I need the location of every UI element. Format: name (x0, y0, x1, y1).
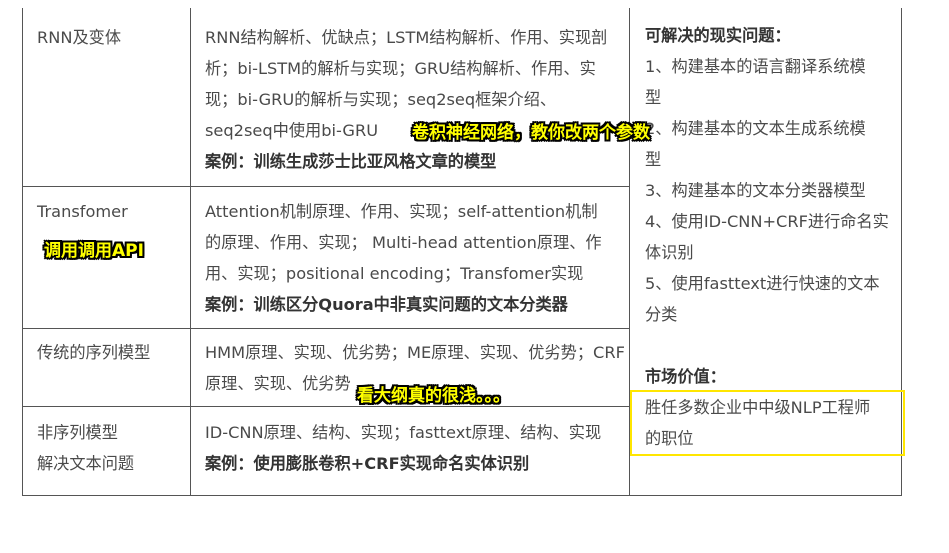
table-border-bottom (22, 495, 902, 496)
market-value-heading: 市场价值： (645, 367, 726, 386)
content-line: 用、实现；positional encoding；Transfomer实现 (205, 264, 584, 283)
row-category: 非序列模型 解决文本问题 (37, 417, 134, 479)
problem-line: 型 (645, 150, 662, 169)
row-category: RNN及变体 (37, 22, 121, 53)
problem-line: 型 (645, 88, 662, 107)
problem-line: 分类 (645, 305, 678, 324)
category-line: 传统的序列模型 (37, 343, 151, 362)
row-content: Attention机制原理、作用、实现；self-attention机制 的原理… (205, 196, 602, 320)
row-divider-3 (22, 406, 630, 407)
row-content: RNN结构解析、优缺点；LSTM结构解析、作用、实现剖 析；bi-LSTM的解析… (205, 22, 607, 177)
content-line: HMM原理、实现、优劣势；ME原理、实现、优劣势；CRF (205, 343, 625, 362)
problem-line: 5、使用fasttext进行快速的文本 (645, 274, 880, 293)
problem-line: 4、使用ID-CNN+CRF进行命名实 (645, 212, 889, 231)
category-line: 非序列模型 (37, 423, 118, 442)
content-line: 析；bi-LSTM的解析与实现；GRU结构解析、作用、实 (205, 59, 596, 78)
content-line: 现；bi-GRU的解析与实现；seq2seq框架介绍、 (205, 90, 557, 109)
table-divider-col1 (190, 8, 191, 496)
content-line: RNN结构解析、优缺点；LSTM结构解析、作用、实现剖 (205, 28, 608, 47)
problems-heading: 可解决的现实问题： (645, 26, 791, 45)
overlay-comment-left: 调用调用API (44, 241, 144, 261)
problem-line: 3、构建基本的文本分类器模型 (645, 181, 866, 200)
content-line: Attention机制原理、作用、实现；self-attention机制 (205, 202, 598, 221)
case-line: 案例：训练区分Quora中非真实问题的文本分类器 (205, 295, 568, 314)
category-line: 解决文本问题 (37, 454, 135, 473)
highlight-box (630, 390, 905, 456)
overlay-comment-bottom: 看大纲真的很浅。。。 (357, 386, 510, 406)
table-border-left (22, 8, 23, 496)
content-line: ID-CNN原理、结构、实现；fasttext原理、结构、实现 (205, 423, 602, 442)
category-line: Transfomer (37, 202, 128, 221)
content-line: 的原理、作用、实现； Multi-head attention原理、作 (205, 233, 602, 252)
problems-section: 可解决的现实问题： 1、构建基本的语言翻译系统模 型 2、构建基本的文本生成系统… (645, 20, 889, 330)
problem-line: 2、构建基本的文本生成系统模 (645, 119, 866, 138)
case-line: 案例：训练生成莎士比亚风格文章的模型 (205, 152, 497, 171)
row-divider-1 (22, 186, 630, 187)
case-line: 案例：使用膨胀卷积+CRF实现命名实体识别 (205, 454, 530, 473)
row-category: Transfomer (37, 196, 128, 227)
row-content: ID-CNN原理、结构、实现；fasttext原理、结构、实现 案例：使用膨胀卷… (205, 417, 601, 479)
problem-line: 1、构建基本的语言翻译系统模 (645, 57, 866, 76)
row-category: 传统的序列模型 (37, 337, 150, 368)
row-divider-2 (22, 328, 630, 329)
overlay-comment-top: 卷积神经网络，教你改两个参数 (412, 123, 650, 143)
category-line: RNN及变体 (37, 28, 122, 47)
problem-line: 体识别 (645, 243, 694, 262)
